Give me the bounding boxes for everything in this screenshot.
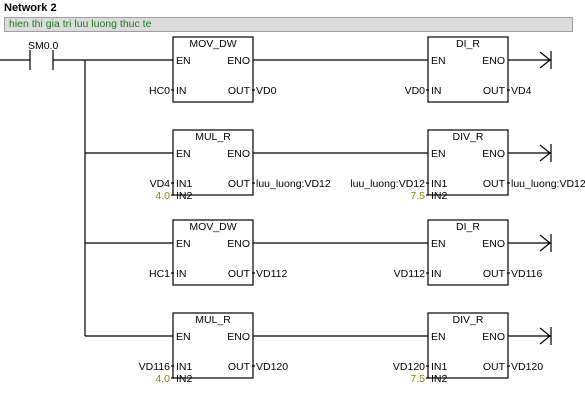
block-input-pin-label: IN1 — [431, 178, 448, 190]
block-output-operand[interactable]: VD0 — [256, 85, 277, 97]
block-output-operand[interactable]: VD112 — [256, 268, 287, 280]
block-input-operand[interactable]: VD120 — [393, 361, 425, 373]
block-title: DIV_R — [453, 131, 484, 143]
block-input-pin-label: IN2 — [431, 373, 448, 385]
block-en-label: EN — [431, 55, 446, 67]
block-output-operand[interactable]: VD120 — [256, 361, 288, 373]
block-input-pin-label: IN — [176, 268, 187, 280]
block-title: DIV_R — [453, 314, 484, 326]
block-output-operand[interactable]: VD116 — [511, 268, 542, 280]
block-eno-label: ENO — [482, 148, 505, 160]
block-en-label: EN — [431, 331, 446, 343]
block-en-label: EN — [176, 148, 191, 160]
block-output-operand[interactable]: VD4 — [511, 85, 532, 97]
block-input-operand[interactable]: luu_luong:VD12 — [350, 178, 425, 190]
block-output-pin-label: OUT — [228, 85, 251, 97]
contact-sm0-0[interactable] — [27, 48, 57, 72]
block-output-operand[interactable]: VD120 — [511, 361, 543, 373]
block-en-label: EN — [176, 238, 191, 250]
block-input-pin-label: IN — [176, 85, 187, 97]
block-input-operand[interactable]: 7.5 — [410, 190, 425, 202]
block-eno-label: ENO — [227, 55, 250, 67]
block-input-operand[interactable]: HC0 — [149, 85, 170, 97]
block-output-pin-label: OUT — [228, 361, 251, 373]
block-en-label: EN — [431, 238, 446, 250]
block-output-pin-label: OUT — [228, 178, 251, 190]
block-input-pin-label: IN2 — [431, 190, 448, 202]
block-output-operand[interactable]: luu_luong:VD12 — [511, 178, 585, 190]
block-en-label: EN — [431, 148, 446, 160]
block-eno-label: ENO — [482, 238, 505, 250]
block-input-pin-label: IN1 — [176, 178, 193, 190]
block-input-pin-label: IN1 — [431, 361, 448, 373]
block-output-operand[interactable]: luu_luong:VD12 — [256, 178, 331, 190]
block-eno-label: ENO — [227, 331, 250, 343]
block-input-operand[interactable]: VD116 — [139, 361, 170, 373]
block-input-operand[interactable]: 4.0 — [155, 190, 170, 202]
block-en-label: EN — [176, 331, 191, 343]
block-title: MOV_DW — [189, 38, 236, 50]
block-title: MOV_DW — [189, 221, 236, 233]
block-input-pin-label: IN2 — [176, 373, 193, 385]
block-title: DI_R — [456, 221, 480, 233]
block-eno-label: ENO — [227, 148, 250, 160]
block-input-pin-label: IN1 — [176, 361, 193, 373]
block-en-label: EN — [176, 55, 191, 67]
block-input-operand[interactable]: VD112 — [394, 268, 425, 280]
block-input-pin-label: IN2 — [176, 190, 193, 202]
block-output-pin-label: OUT — [483, 361, 506, 373]
block-input-operand[interactable]: VD4 — [150, 178, 171, 190]
block-input-pin-label: IN — [431, 85, 442, 97]
block-output-pin-label: OUT — [483, 85, 506, 97]
block-input-operand[interactable]: HC1 — [149, 268, 170, 280]
block-title: MUL_R — [195, 131, 231, 143]
block-eno-label: ENO — [482, 331, 505, 343]
block-eno-label: ENO — [482, 55, 505, 67]
block-output-pin-label: OUT — [483, 268, 506, 280]
block-output-pin-label: OUT — [483, 178, 506, 190]
block-title: MUL_R — [195, 314, 231, 326]
ladder-diagram: SM0.0 MOV_DWEN ENOINHC0 OUT VD0DI_REN ENOINV… — [0, 36, 585, 385]
block-input-operand[interactable]: 7.5 — [410, 373, 425, 385]
block-title: DI_R — [456, 38, 480, 50]
block-eno-label: ENO — [227, 238, 250, 250]
block-output-pin-label: OUT — [228, 268, 251, 280]
block-input-operand[interactable]: VD0 — [405, 85, 426, 97]
block-input-pin-label: IN — [431, 268, 442, 280]
block-input-operand[interactable]: 4.0 — [155, 373, 170, 385]
